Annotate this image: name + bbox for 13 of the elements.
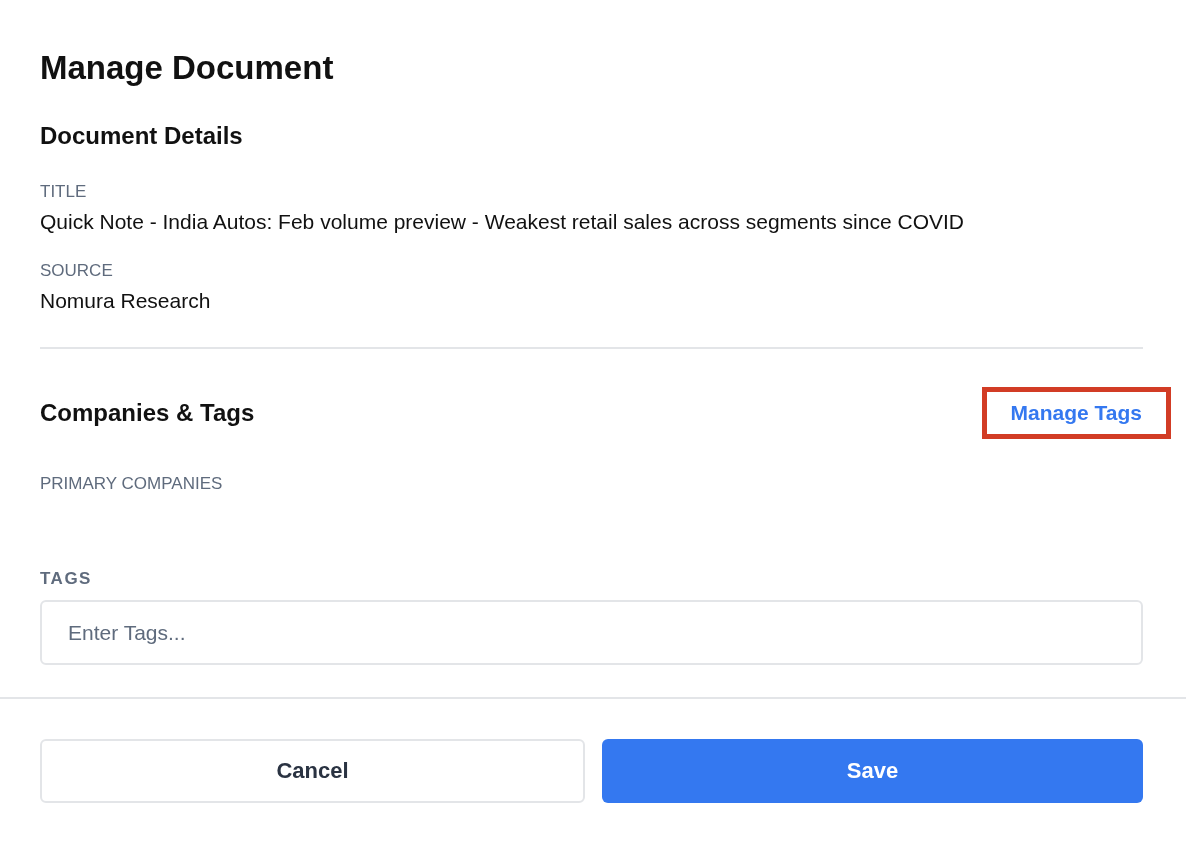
field-label: TITLE (40, 181, 88, 203)
manage-tags-link[interactable]: Manage Tags (981, 387, 1171, 439)
field-label: PRIMARY COMPANIES (40, 473, 224, 495)
section-heading: Document Details (40, 121, 244, 151)
section-heading: Companies & Tags (40, 398, 255, 428)
tags-input-field[interactable]: Enter Tags... (40, 600, 1143, 665)
field-value: Nomura Research (40, 288, 212, 314)
save-button[interactable]: Save (602, 739, 1143, 803)
field-value: Quick Note - India Autos: Feb volume preview - Weakest retail sales across segments since COVID (40, 209, 965, 235)
field-label: TAGS (40, 568, 93, 590)
cancel-button[interactable]: Cancel (40, 739, 585, 803)
dialog-title: Manage Document (40, 48, 335, 88)
field-label: SOURCE (40, 260, 114, 282)
